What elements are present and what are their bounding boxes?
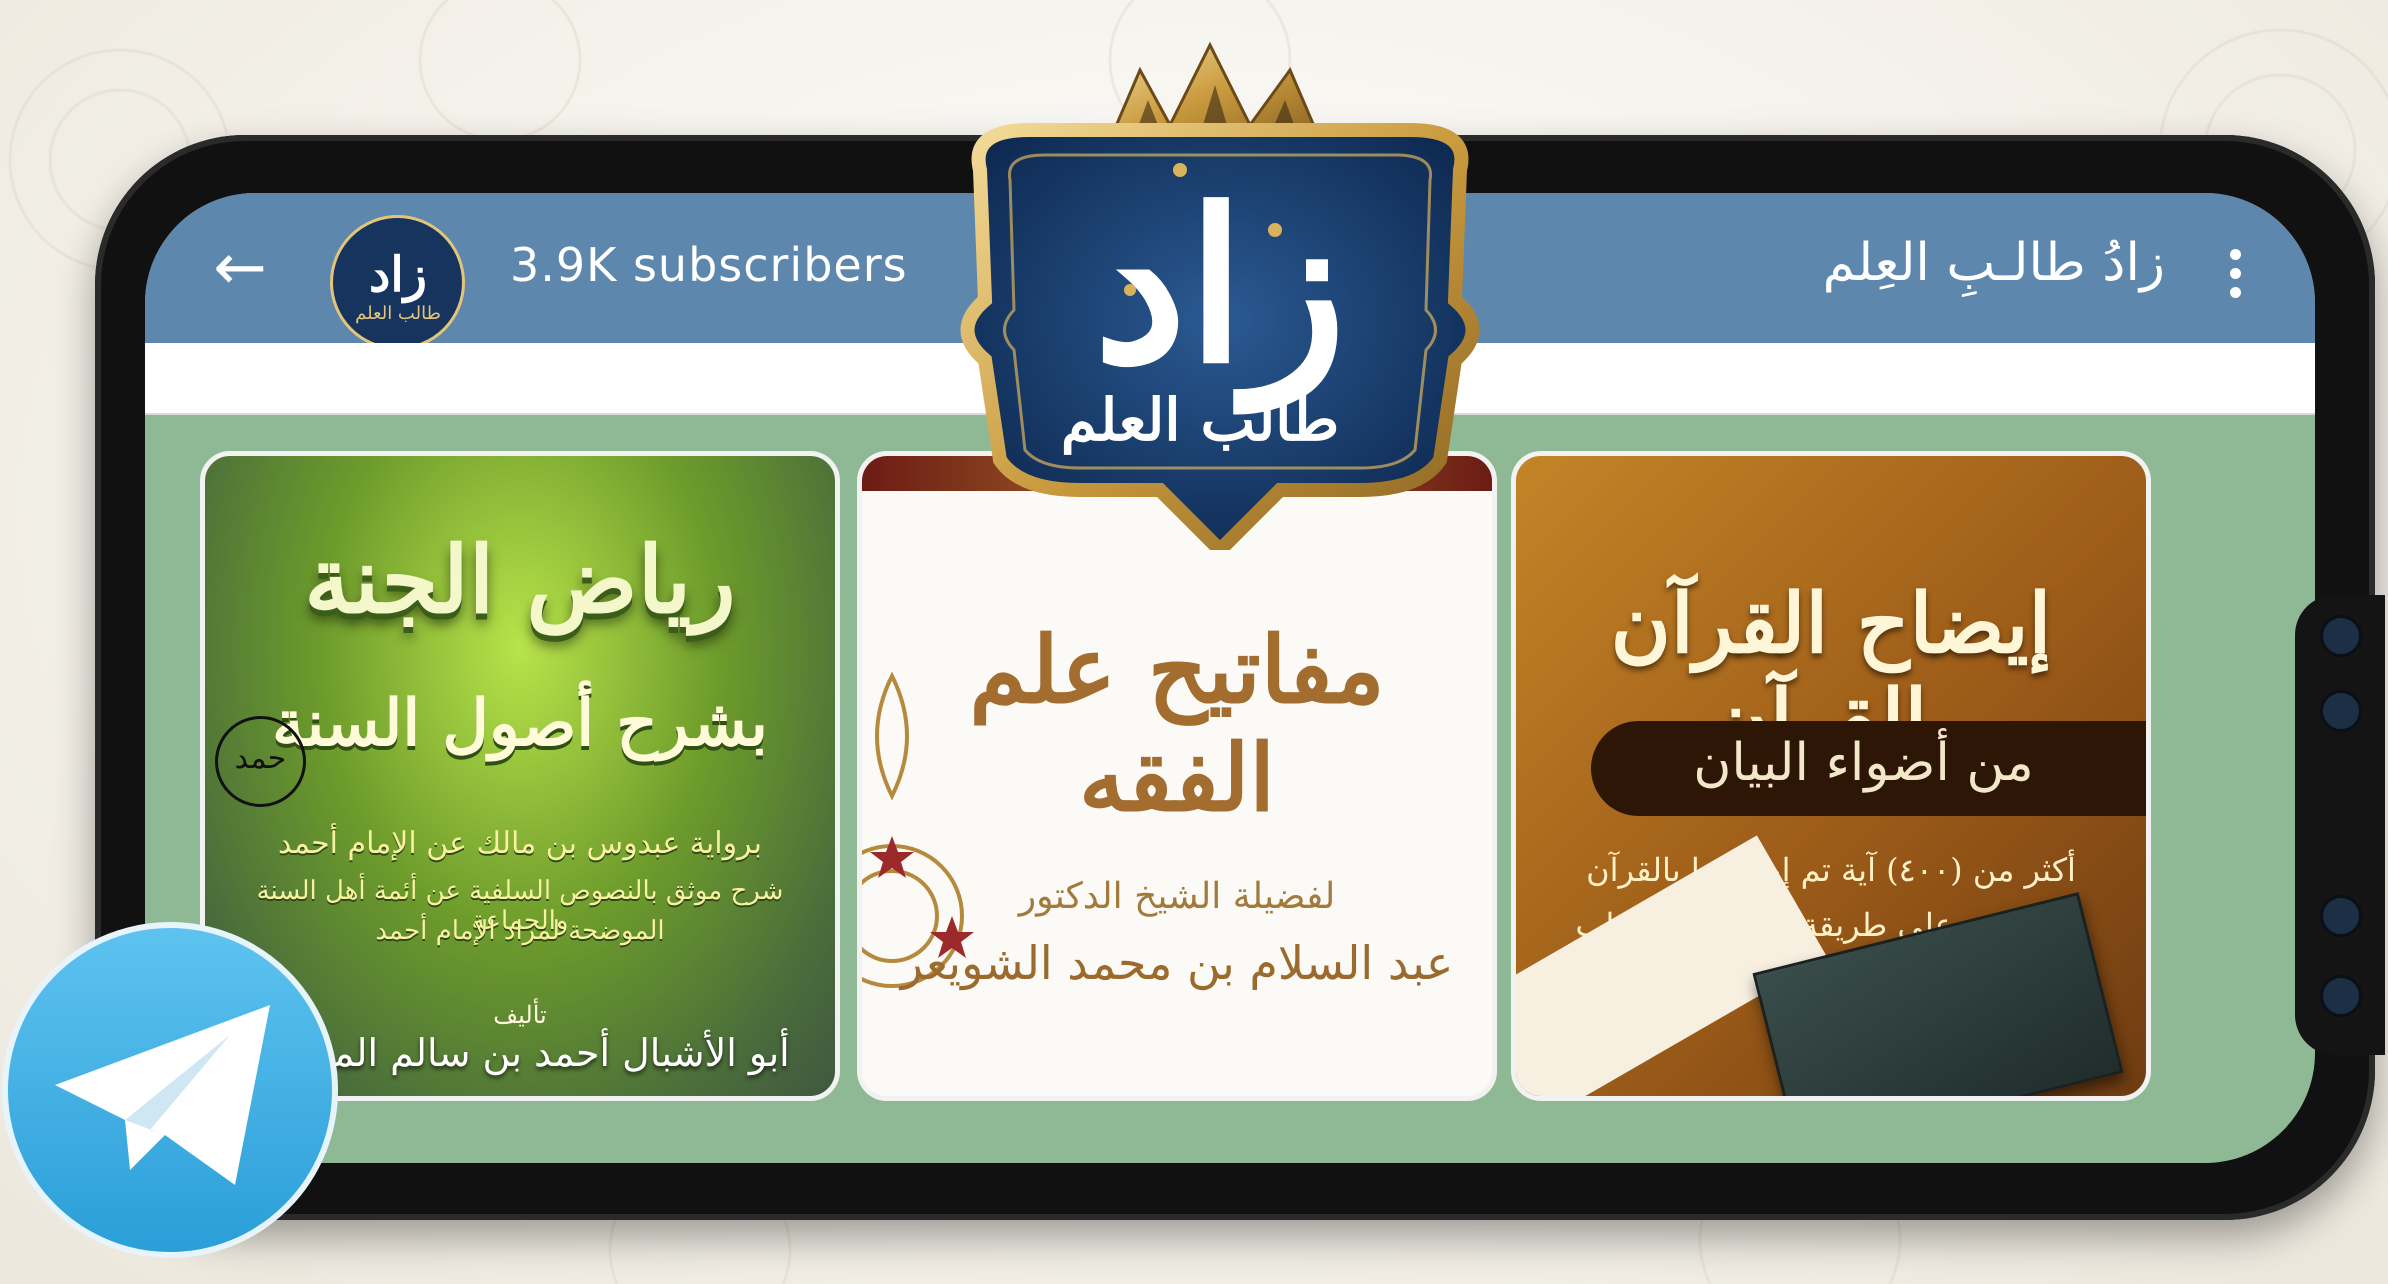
avatar-sub-text: طالب العلم: [355, 303, 441, 324]
subscriber-count: 3.9K subscribers: [510, 238, 908, 292]
camera-icon: [2320, 975, 2362, 1017]
menu-dots-icon[interactable]: [2215, 233, 2255, 313]
post-author: عبد السلام بن محمد الشويعر: [900, 936, 1454, 990]
post-image-idah-alquran[interactable]: إيضاح القرآن بالقرآن من أضواء البيان أكث…: [1511, 451, 2151, 1101]
avatar-main-text: زاد: [369, 247, 427, 304]
avatar-logo-icon: زاد طالب العلم: [355, 247, 441, 324]
post-subtitle: من أضواء البيان: [1693, 733, 2034, 793]
post-line: أكثر من (٤٠٠) آية تم إيضاحها بالقرآن: [1586, 851, 2076, 889]
subtitle-band: من أضواء البيان: [1591, 721, 2146, 816]
seal-stamp: حمد: [215, 716, 306, 807]
post-line: لفضيلة الشيخ الدكتور: [1018, 876, 1336, 917]
camera-icon: [2320, 690, 2362, 732]
telegram-icon: [2, 922, 338, 1258]
phone-camera-bump: [2295, 595, 2385, 1055]
channel-emblem-logo: زاد طالب العلم: [880, 30, 1560, 560]
post-title: رياض الجنة: [304, 526, 736, 634]
emblem-sub-text: طالب العلم: [1061, 386, 1339, 455]
post-line: برواية عبدوس بن مالك عن الإمام أحمد: [278, 826, 762, 861]
channel-avatar[interactable]: زاد طالب العلم: [330, 215, 465, 350]
channel-title[interactable]: زادُ طالـبِ العِلم: [1823, 233, 2165, 293]
back-arrow-icon[interactable]: ←: [200, 228, 280, 308]
camera-icon: [2320, 895, 2362, 937]
post-title: مفاتيح علم الفقه: [969, 616, 1385, 832]
camera-icon: [2320, 615, 2362, 657]
